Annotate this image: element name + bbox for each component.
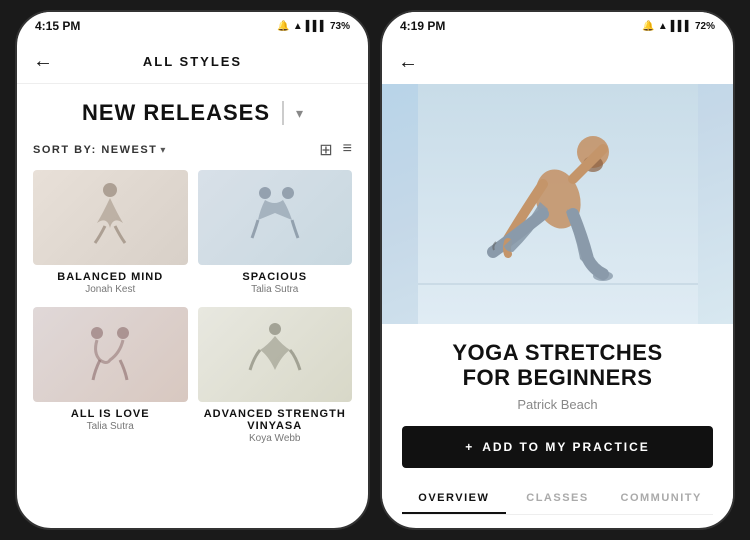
battery-right: 72%	[695, 21, 715, 32]
add-button-label: ADD TO MY PRACTICE	[482, 440, 650, 454]
class-title-line1: YOGA STRETCHES	[452, 340, 662, 365]
class-card-2[interactable]: SPACIOUS Talia Sutra	[198, 170, 353, 297]
left-content: NEW RELEASES ▾ SORT BY: NEWEST ▾ ⊞ ≡	[17, 84, 368, 446]
card-thumb-1	[33, 170, 188, 265]
left-phone: 4:15 PM 🔔 ▲ ▌▌▌ 73% ← ALL STYLES NEW REL…	[15, 10, 370, 530]
card-instructor-1: Jonah Kest	[33, 284, 188, 295]
volume-icon-r: 🔔	[642, 21, 654, 32]
time-right: 4:19 PM	[400, 19, 445, 33]
status-icons-left: 🔔 ▲ ▌▌▌ 73%	[277, 21, 350, 32]
top-nav-right: ←	[382, 40, 733, 84]
detail-content: YOGA STRETCHES FOR BEGINNERS Patrick Bea…	[382, 324, 733, 525]
section-title: NEW RELEASES	[82, 100, 270, 126]
card-info-1: BALANCED MIND Jonah Kest	[33, 265, 188, 297]
card-info-4: ADVANCED STRENGTH VINYASA Koya Webb	[198, 402, 353, 446]
volume-icon: 🔔	[277, 21, 289, 32]
class-card-1[interactable]: BALANCED MIND Jonah Kest	[33, 170, 188, 297]
battery-left: 73%	[330, 21, 350, 32]
sort-value: NEWEST	[101, 144, 157, 156]
view-toggle: ⊞ ≡	[319, 140, 352, 160]
back-button-right[interactable]: ←	[398, 51, 418, 74]
top-nav-left: ← ALL STYLES	[17, 40, 368, 84]
add-to-practice-button[interactable]: + ADD TO MY PRACTICE	[402, 426, 713, 468]
class-title-line2: FOR BEGINNERS	[463, 365, 653, 390]
hero-image	[382, 84, 733, 324]
time-left: 4:15 PM	[35, 19, 80, 33]
divider	[282, 101, 284, 125]
class-card-4[interactable]: ADVANCED STRENGTH VINYASA Koya Webb	[198, 307, 353, 446]
wifi-icon-r: ▲	[658, 21, 668, 32]
detail-instructor: Patrick Beach	[402, 397, 713, 412]
card-instructor-3: Talia Sutra	[33, 421, 188, 432]
card-instructor-2: Talia Sutra	[198, 284, 353, 295]
class-title: YOGA STRETCHES FOR BEGINNERS	[402, 340, 713, 391]
detail-tabs: OVERVIEW CLASSES COMMUNITY	[402, 484, 713, 515]
sort-label[interactable]: SORT BY: NEWEST ▾	[33, 144, 165, 156]
status-bar-right: 4:19 PM 🔔 ▲ ▌▌▌ 72%	[382, 12, 733, 40]
back-button-left[interactable]: ←	[33, 50, 53, 73]
section-dropdown-icon[interactable]: ▾	[296, 105, 303, 122]
grid-view-icon[interactable]: ⊞	[319, 140, 332, 160]
list-view-icon[interactable]: ≡	[343, 140, 352, 160]
card-title-4: ADVANCED STRENGTH VINYASA	[198, 408, 353, 432]
tab-community[interactable]: COMMUNITY	[609, 484, 713, 514]
card-thumb-3	[33, 307, 188, 402]
status-icons-right: 🔔 ▲ ▌▌▌ 72%	[642, 21, 715, 32]
sort-by-text: SORT BY:	[33, 144, 97, 156]
tab-overview[interactable]: OVERVIEW	[402, 484, 506, 514]
signal-icon: ▌▌▌	[306, 21, 327, 32]
card-thumb-2	[198, 170, 353, 265]
tab-classes[interactable]: CLASSES	[506, 484, 610, 514]
card-title-3: ALL IS LOVE	[33, 408, 188, 420]
wifi-icon: ▲	[293, 21, 303, 32]
card-info-3: ALL IS LOVE Talia Sutra	[33, 402, 188, 434]
class-card-3[interactable]: ALL IS LOVE Talia Sutra	[33, 307, 188, 446]
right-phone: 4:19 PM 🔔 ▲ ▌▌▌ 72% ←	[380, 10, 735, 530]
card-instructor-4: Koya Webb	[198, 433, 353, 444]
status-bar-left: 4:15 PM 🔔 ▲ ▌▌▌ 73%	[17, 12, 368, 40]
card-thumb-4	[198, 307, 353, 402]
card-title-2: SPACIOUS	[198, 271, 353, 283]
signal-icon-r: ▌▌▌	[671, 21, 692, 32]
nav-title-left: ALL STYLES	[143, 54, 242, 69]
class-grid: BALANCED MIND Jonah Kest SPACIOUS	[33, 170, 352, 446]
add-icon: +	[465, 440, 474, 454]
card-info-2: SPACIOUS Talia Sutra	[198, 265, 353, 297]
card-title-1: BALANCED MIND	[33, 271, 188, 283]
sort-bar: SORT BY: NEWEST ▾ ⊞ ≡	[33, 134, 352, 170]
section-header: NEW RELEASES ▾	[33, 84, 352, 134]
sort-chevron-icon: ▾	[160, 145, 165, 156]
